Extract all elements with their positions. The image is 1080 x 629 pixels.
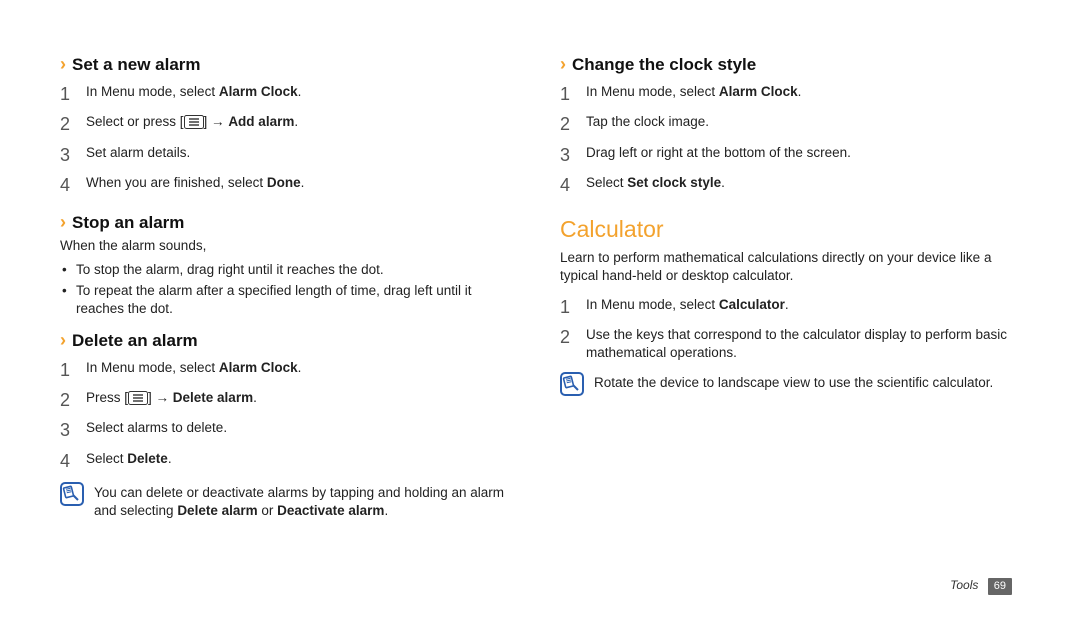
steps-delete-alarm: 1 In Menu mode, select Alarm Clock. 2 Pr… <box>60 355 520 476</box>
menu-key-icon <box>128 391 148 410</box>
heading-text: Change the clock style <box>572 54 756 77</box>
bullet-item: To repeat the alarm after a specified le… <box>76 282 520 318</box>
step-text: Select alarms to delete. <box>86 415 520 445</box>
step: 3 Set alarm details. <box>60 140 520 170</box>
chevron-icon: › <box>60 55 66 73</box>
calculator-intro: Learn to perform mathematical calculatio… <box>560 249 1020 285</box>
note-icon <box>60 482 84 506</box>
left-column: › Set a new alarm 1 In Menu mode, select… <box>60 48 520 588</box>
step-text: Press [] → Delete alarm. <box>86 385 520 415</box>
heading-stop-alarm: › Stop an alarm <box>60 212 520 235</box>
step-text: Tap the clock image. <box>586 109 1020 139</box>
step: 1 In Menu mode, select Alarm Clock. <box>60 355 520 385</box>
step-number: 1 <box>560 79 586 109</box>
step: 1 In Menu mode, select Alarm Clock. <box>60 79 520 109</box>
step-number: 2 <box>60 385 86 415</box>
step-number: 4 <box>560 170 586 200</box>
bullets-stop-alarm: To stop the alarm, drag right until it r… <box>60 261 520 318</box>
step-number: 3 <box>560 140 586 170</box>
bullet-item: To stop the alarm, drag right until it r… <box>76 261 520 279</box>
menu-key-icon <box>184 115 204 134</box>
step: 3 Drag left or right at the bottom of th… <box>560 140 1020 170</box>
step-number: 4 <box>60 170 86 200</box>
step-text: In Menu mode, select Alarm Clock. <box>86 79 520 109</box>
heading-text: Stop an alarm <box>72 212 184 235</box>
heading-set-new-alarm: › Set a new alarm <box>60 54 520 77</box>
heading-calculator: Calculator <box>560 214 1020 245</box>
step-number: 3 <box>60 140 86 170</box>
heading-text: Delete an alarm <box>72 330 198 353</box>
heading-text: Set a new alarm <box>72 54 201 77</box>
step: 1 In Menu mode, select Alarm Clock. <box>560 79 1020 109</box>
step: 2 Select or press [] → Add alarm. <box>60 109 520 139</box>
step: 2 Use the keys that correspond to the ca… <box>560 322 1020 366</box>
intro-text: When the alarm sounds, <box>60 237 520 255</box>
step: 4 When you are finished, select Done. <box>60 170 520 200</box>
chevron-icon: › <box>60 331 66 349</box>
step-number: 1 <box>60 355 86 385</box>
step-text: Drag left or right at the bottom of the … <box>586 140 1020 170</box>
step-number: 4 <box>60 446 86 476</box>
step-number: 2 <box>60 109 86 139</box>
step: 4 Select Delete. <box>60 446 520 476</box>
steps-calculator: 1 In Menu mode, select Calculator. 2 Use… <box>560 292 1020 367</box>
right-column: › Change the clock style 1 In Menu mode,… <box>560 48 1020 588</box>
step: 4 Select Set clock style. <box>560 170 1020 200</box>
step: 3 Select alarms to delete. <box>60 415 520 445</box>
page-footer: Tools 69 <box>950 577 1012 595</box>
step: 2 Press [] → Delete alarm. <box>60 385 520 415</box>
step-number: 2 <box>560 109 586 139</box>
step-text: Select Delete. <box>86 446 520 476</box>
step-number: 2 <box>560 322 586 366</box>
note-calculator: Rotate the device to landscape view to u… <box>560 372 1020 396</box>
step-text: When you are finished, select Done. <box>86 170 520 200</box>
note-text: Rotate the device to landscape view to u… <box>594 372 1020 392</box>
step: 1 In Menu mode, select Calculator. <box>560 292 1020 322</box>
step-number: 1 <box>60 79 86 109</box>
step-text: In Menu mode, select Alarm Clock. <box>86 355 520 385</box>
steps-change-clock-style: 1 In Menu mode, select Alarm Clock. 2 Ta… <box>560 79 1020 200</box>
note-text: You can delete or deactivate alarms by t… <box>94 482 520 520</box>
step-text: Set alarm details. <box>86 140 520 170</box>
note-icon <box>560 372 584 396</box>
chevron-icon: › <box>560 55 566 73</box>
step-text: Select or press [] → Add alarm. <box>86 109 520 139</box>
step-text: In Menu mode, select Alarm Clock. <box>586 79 1020 109</box>
heading-delete-alarm: › Delete an alarm <box>60 330 520 353</box>
step: 2 Tap the clock image. <box>560 109 1020 139</box>
step-text: Use the keys that correspond to the calc… <box>586 322 1020 366</box>
chevron-icon: › <box>60 213 66 231</box>
footer-page-number: 69 <box>988 578 1012 595</box>
step-text: Select Set clock style. <box>586 170 1020 200</box>
heading-change-clock-style: › Change the clock style <box>560 54 1020 77</box>
step-number: 3 <box>60 415 86 445</box>
footer-section: Tools <box>950 578 978 592</box>
steps-set-new-alarm: 1 In Menu mode, select Alarm Clock. 2 Se… <box>60 79 520 200</box>
step-number: 1 <box>560 292 586 322</box>
step-text: In Menu mode, select Calculator. <box>586 292 1020 322</box>
note-delete-alarm: You can delete or deactivate alarms by t… <box>60 482 520 520</box>
